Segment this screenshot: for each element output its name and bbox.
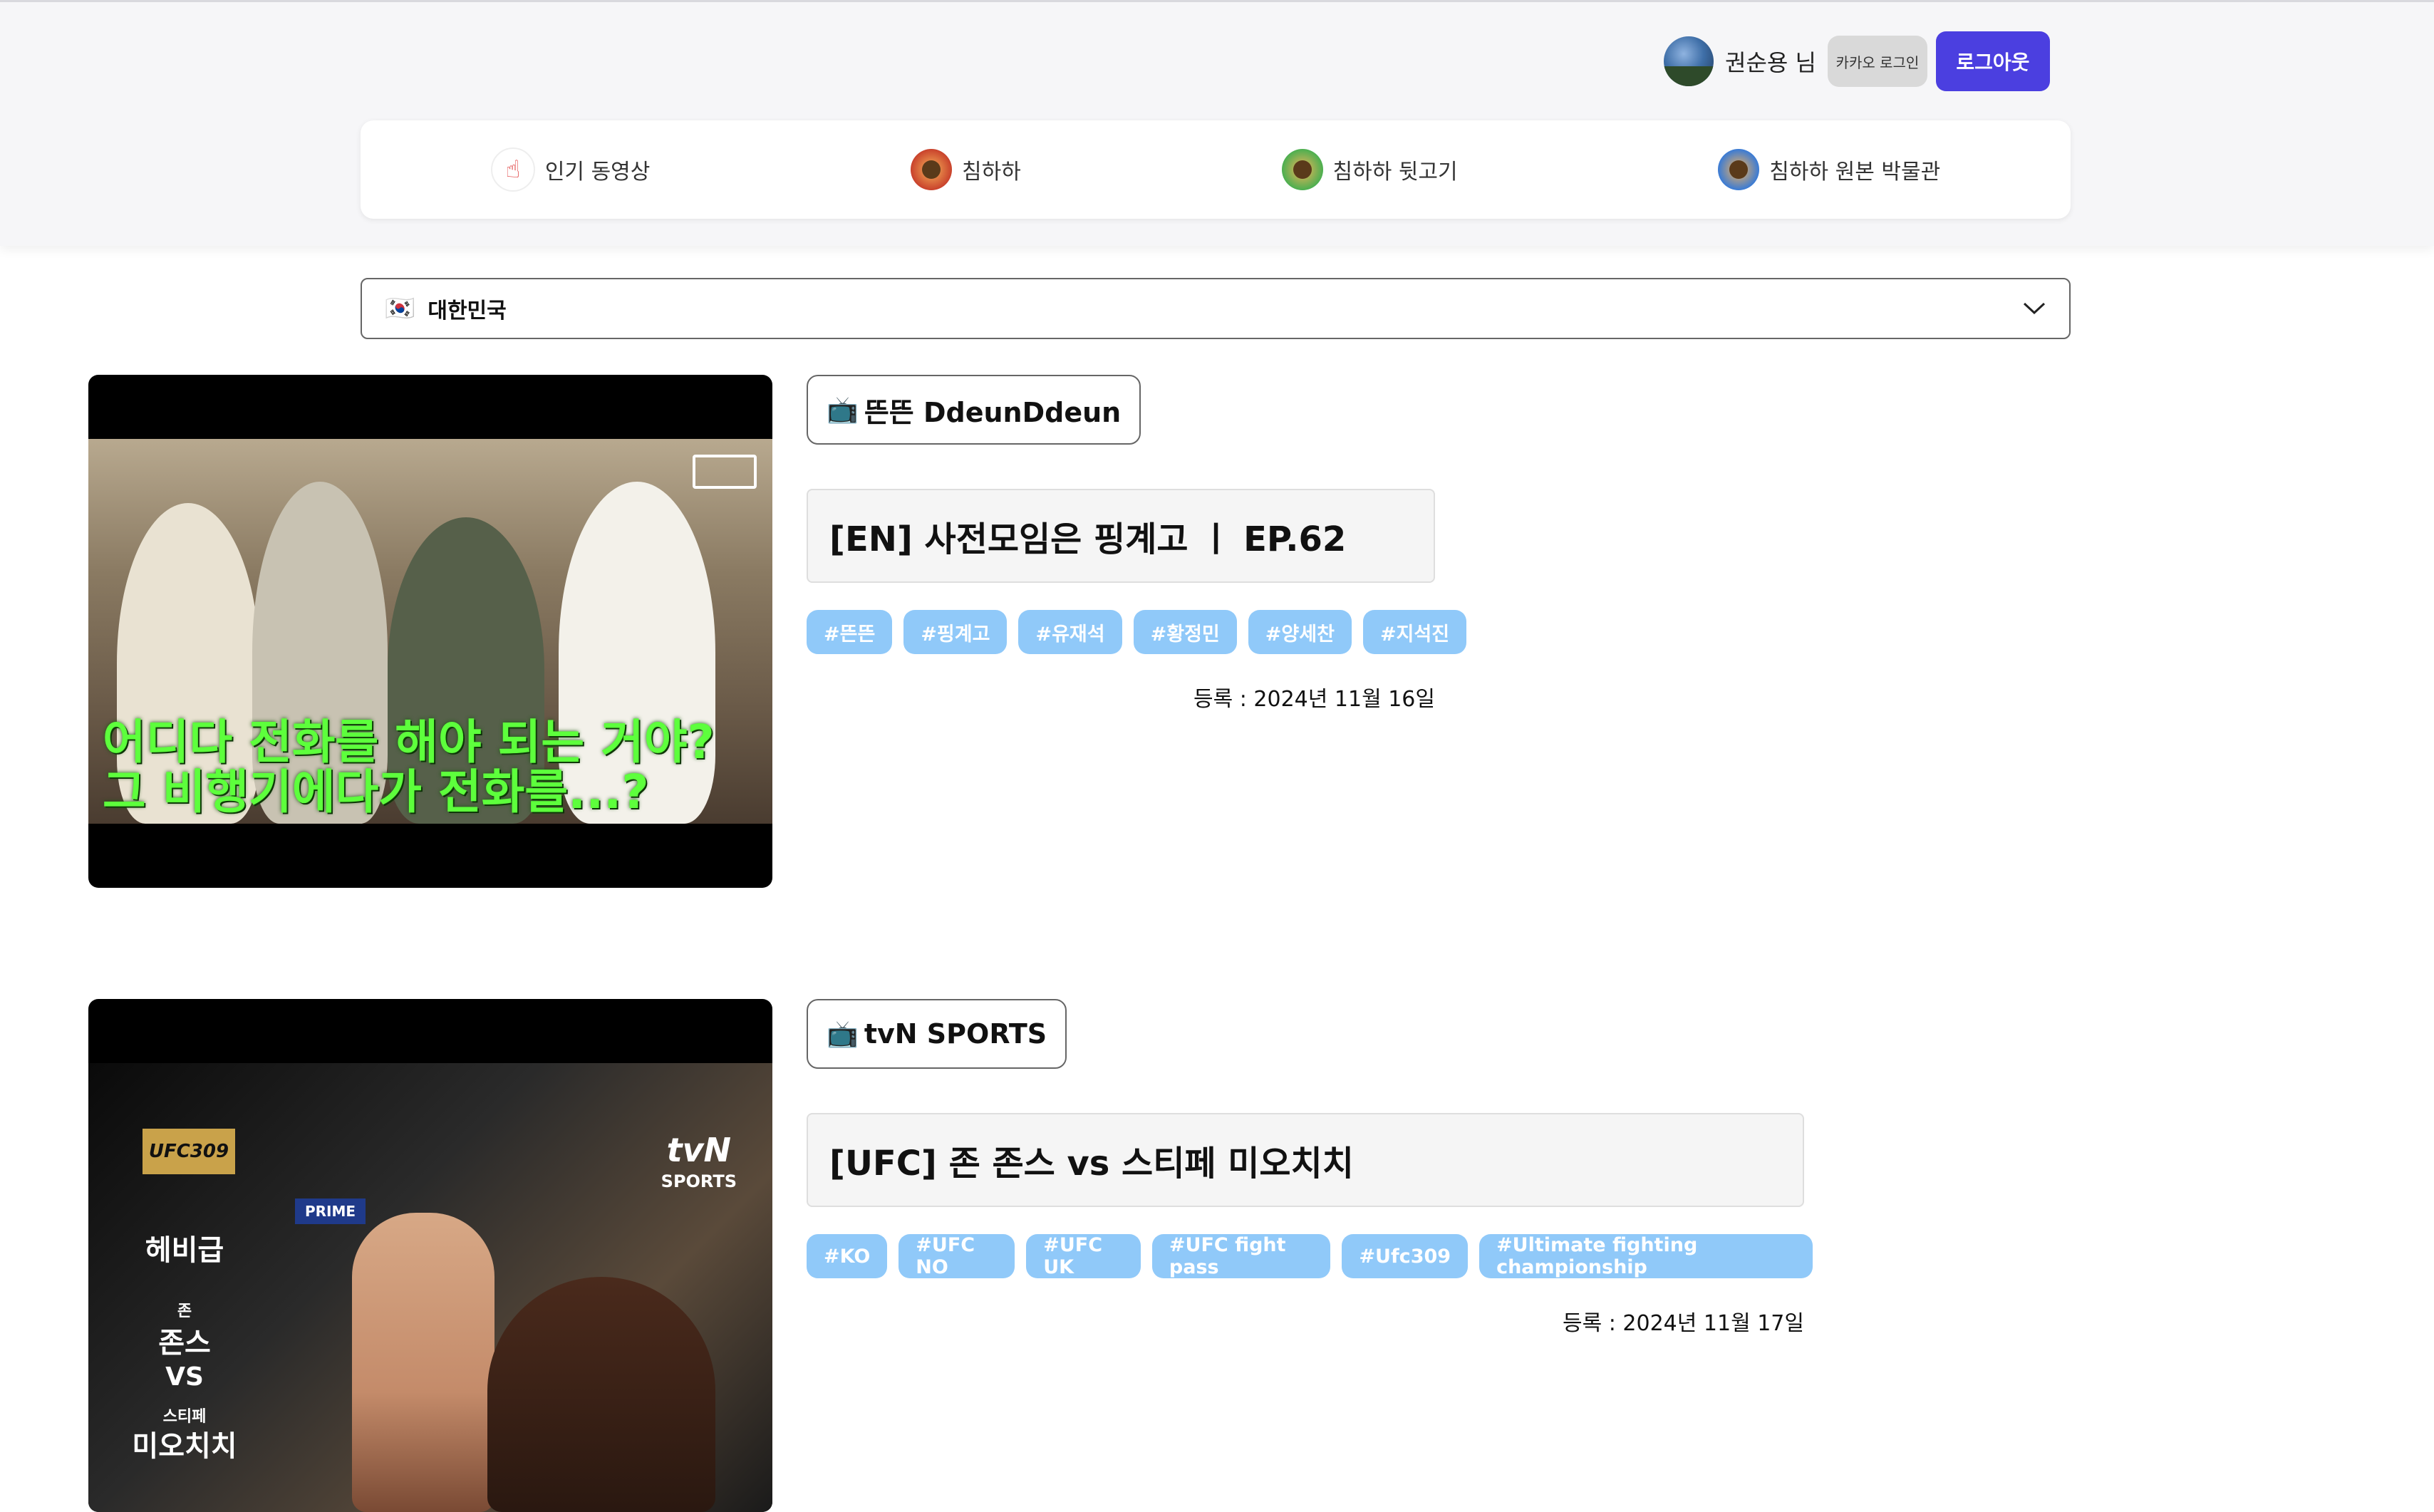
main-nav: ☝ 인기 동영상 침하하 침하하 뒷고기 침하하 원본 박물관 — [361, 120, 2071, 219]
video-thumbnail[interactable]: 어디다 전화를 해야 되는 거야? 그 비행기에다가 전화를...? — [88, 375, 772, 888]
tag[interactable]: #UFC fight pass — [1151, 1234, 1331, 1278]
chimhaha-mascot-icon — [1718, 149, 1760, 190]
channel-name: tvN SPORTS — [864, 1018, 1047, 1050]
video-title[interactable]: [UFC] 존 존스 vs 스티페 미오치치 — [807, 1113, 1804, 1207]
header: 권순용 님 카카오 로그인 로그아웃 ☝ 인기 동영상 침하하 침하하 뒷고기 … — [0, 0, 2434, 246]
tag-list: #KO #UFC NO #UFC UK #UFC fight pass #Ufc… — [807, 1234, 1813, 1278]
weight-class: 헤비급 — [145, 1234, 224, 1267]
nav-item-label: 침하하 원본 박물관 — [1769, 160, 1941, 185]
korea-flag-icon: 🇰🇷 — [385, 294, 415, 323]
fighter2-family: 미오치치 — [132, 1430, 237, 1463]
tag[interactable]: #뜬뜬 — [807, 610, 893, 654]
tvn-sports-logo: tvN SPORTS — [661, 1131, 737, 1191]
tag[interactable]: #유재석 — [1018, 610, 1122, 654]
nav-item-label: 침하하 뒷고기 — [1332, 160, 1458, 185]
thumbnail-scene: 어디다 전화를 해야 되는 거야? 그 비행기에다가 전화를...? — [88, 439, 772, 824]
logout-button[interactable]: 로그아웃 — [1935, 31, 2050, 91]
chimhaha-mascot-icon — [911, 149, 953, 190]
vs-label: VS — [165, 1362, 204, 1392]
user-area: 권순용 님 카카오 로그인 로그아웃 — [1664, 31, 2050, 92]
pointing-hand-icon: ☝ — [490, 147, 535, 192]
nav-item-chimhaha[interactable]: 침하하 — [911, 149, 1021, 190]
chimhaha-mascot-icon — [1281, 149, 1323, 190]
nav-item-label: 침하하 — [962, 160, 1021, 185]
tag-list: #뜬뜬 #핑계고 #유재석 #황정민 #양세찬 #지석진 — [807, 610, 1467, 654]
video-card: 어디다 전화를 해야 되는 거야? 그 비행기에다가 전화를...? 📺 뜬뜬 … — [88, 375, 1813, 888]
channel-button[interactable]: 📺 tvN SPORTS — [807, 999, 1067, 1069]
video-title[interactable]: [EN] 사전모임은 핑계고 ㅣ EP.62 — [807, 489, 1435, 583]
nav-item-chimhaha-back[interactable]: 침하하 뒷고기 — [1281, 149, 1458, 190]
channel-name: 뜬뜬 DdeunDdeun — [864, 396, 1122, 428]
tv-icon: 📺 — [827, 395, 859, 425]
country-select[interactable]: 🇰🇷 대한민국 — [361, 278, 2071, 339]
tv-icon: 📺 — [827, 1020, 859, 1049]
fighter1-given: 존 — [177, 1303, 192, 1320]
tag[interactable]: #KO — [807, 1234, 888, 1278]
ddeun-logo — [693, 455, 757, 489]
prime-tag: PRIME — [295, 1198, 366, 1224]
thumbnail-caption-2: 그 비행기에다가 전화를...? — [103, 765, 649, 819]
upload-date: 등록 : 2024년 11월 16일 — [1193, 687, 1435, 712]
upload-date: 등록 : 2024년 11월 17일 — [1563, 1311, 1804, 1336]
nav-item-label: 인기 동영상 — [544, 160, 651, 185]
tag[interactable]: #Ufc309 — [1342, 1234, 1469, 1278]
thumbnail-caption-1: 어디다 전화를 해야 되는 거야? — [103, 715, 715, 770]
tag[interactable]: #Ultimate fighting championship — [1479, 1234, 1813, 1278]
chevron-down-icon — [2022, 296, 2046, 321]
tag[interactable]: #양세찬 — [1248, 610, 1352, 654]
nav-item-chimhaha-museum[interactable]: 침하하 원본 박물관 — [1718, 149, 1940, 190]
user-name: 권순용 님 — [1725, 49, 1816, 76]
fighter1-family: 존스 — [158, 1327, 211, 1360]
thumbnail-scene: UFC309 PRIME 헤비급 존 존스 VS 스티페 미오치치 tvN SP… — [88, 1063, 772, 1512]
tag[interactable]: #UFC UK — [1026, 1234, 1141, 1278]
kakao-login-button[interactable]: 카카오 로그인 — [1827, 36, 1927, 87]
avatar[interactable] — [1664, 36, 1714, 86]
channel-button[interactable]: 📺 뜬뜬 DdeunDdeun — [807, 375, 1141, 445]
ufc-badge: UFC309 — [143, 1129, 235, 1174]
tag[interactable]: #지석진 — [1362, 610, 1467, 654]
nav-item-popular[interactable]: ☝ 인기 동영상 — [490, 147, 651, 192]
country-select-value: 대한민국 — [428, 299, 507, 323]
video-thumbnail[interactable]: UFC309 PRIME 헤비급 존 존스 VS 스티페 미오치치 tvN SP… — [88, 999, 772, 1512]
video-card: UFC309 PRIME 헤비급 존 존스 VS 스티페 미오치치 tvN SP… — [88, 999, 1813, 1512]
tag[interactable]: #황정민 — [1133, 610, 1237, 654]
tag[interactable]: #핑계고 — [903, 610, 1008, 654]
tag[interactable]: #UFC NO — [898, 1234, 1015, 1278]
